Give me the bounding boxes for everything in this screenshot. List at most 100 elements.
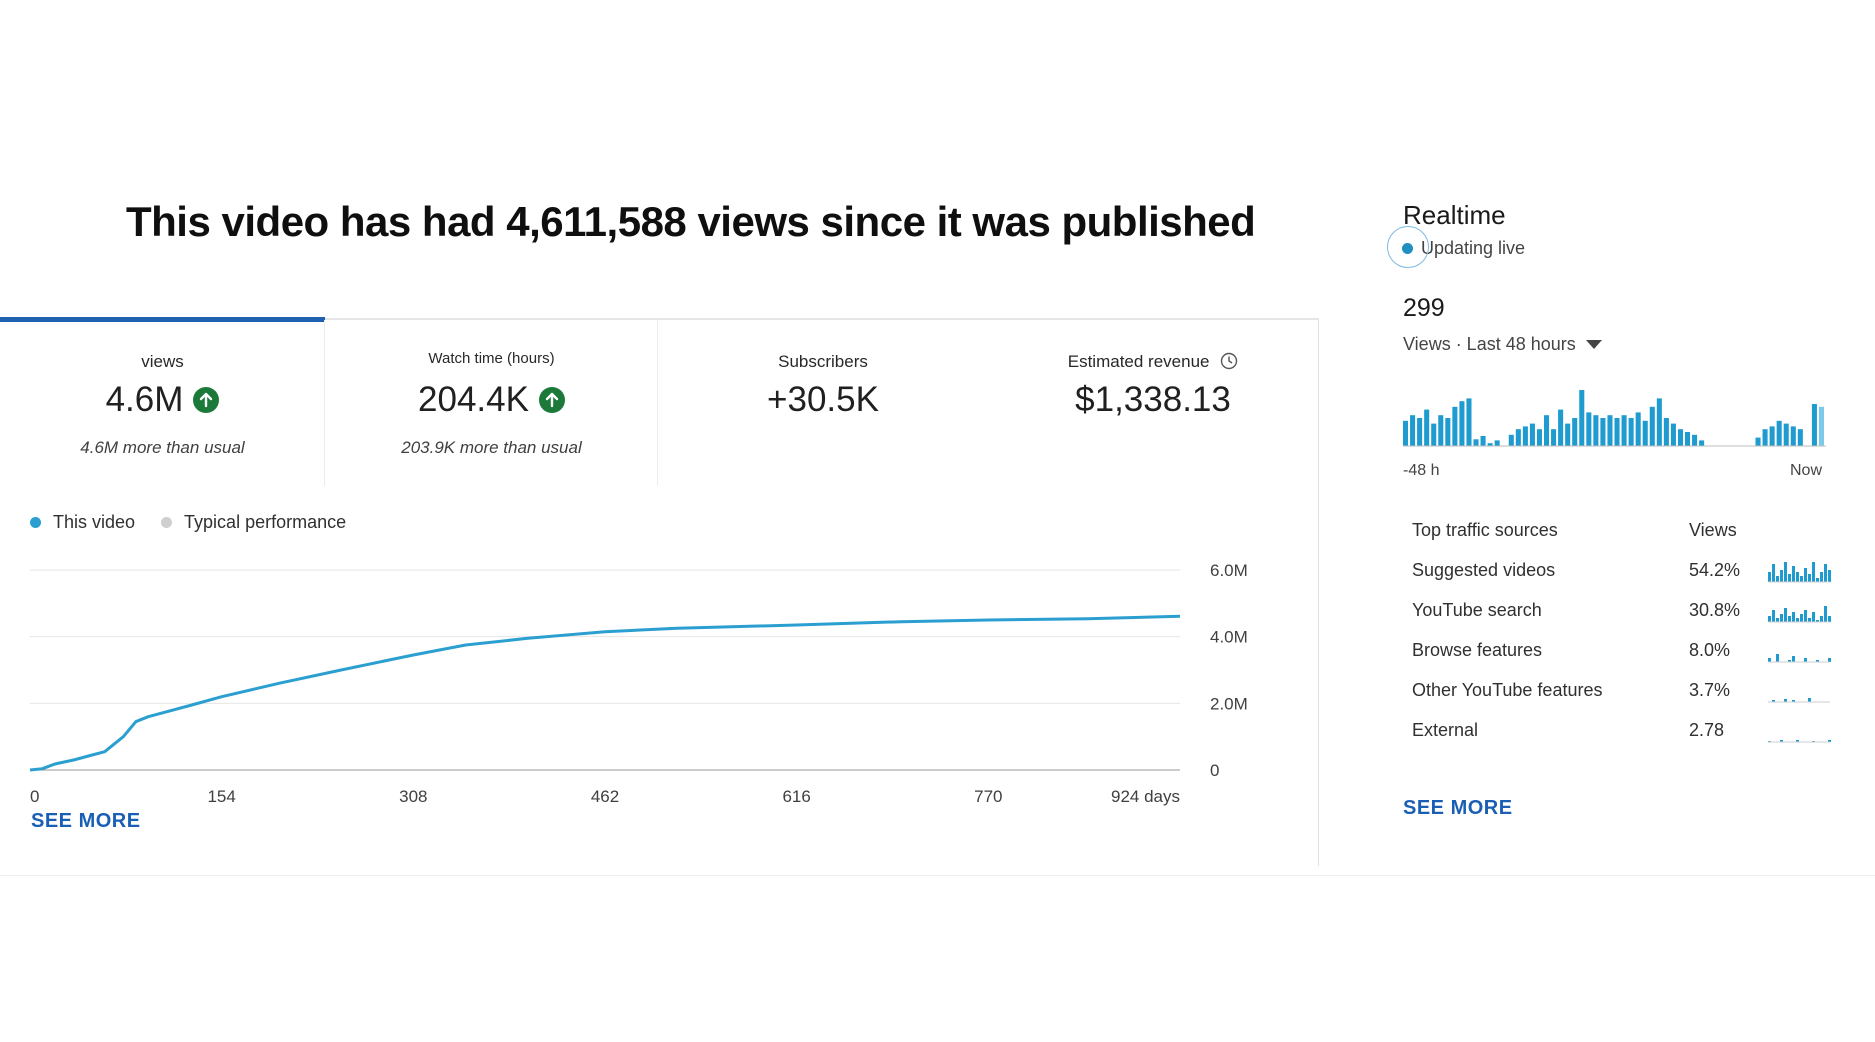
tab-watch-time-label: Watch time (hours): [428, 350, 555, 367]
traffic-source-name: Other YouTube features: [1412, 680, 1603, 700]
legend-dot-icon: [161, 517, 173, 528]
live-ring-icon: [1387, 226, 1429, 268]
sparkline-bar: [1768, 658, 1771, 662]
sparkline-bar: [1788, 574, 1791, 582]
y-tick-label: 6.0M: [1210, 561, 1248, 580]
sparkline-bar: [1780, 570, 1783, 582]
legend-typical[interactable]: Typical performance: [161, 512, 346, 533]
realtime-bar: [1818, 406, 1824, 446]
realtime-range-label: Views · Last 48 hours: [1403, 334, 1576, 354]
realtime-bar: [1656, 398, 1662, 446]
traffic-source-name: YouTube search: [1412, 600, 1542, 620]
traffic-row[interactable]: YouTube search 30.8%: [1412, 600, 1832, 640]
sparkline-bar: [1796, 618, 1799, 622]
realtime-see-more-link[interactable]: SEE MORE: [1403, 797, 1513, 820]
x-tick-label: 462: [591, 787, 619, 806]
realtime-bar: [1663, 418, 1669, 446]
sparkline-bar: [1808, 618, 1811, 622]
realtime-bar: [1670, 423, 1676, 446]
tab-revenue-label: Estimated revenue: [1067, 352, 1210, 371]
realtime-bar: [1621, 415, 1627, 446]
realtime-range-dropdown[interactable]: Views · Last 48 hours: [1403, 334, 1602, 355]
realtime-axis-start: -48 h: [1403, 462, 1440, 479]
traffic-sparkline: [1768, 698, 1830, 703]
traffic-source-pct: 3.7%: [1689, 680, 1731, 700]
tab-subscribers-label: Subscribers: [778, 352, 868, 371]
traffic-header-views: Views: [1689, 520, 1737, 540]
y-tick-label: 2.0M: [1210, 694, 1248, 713]
sparkline-bar: [1768, 572, 1771, 582]
realtime-bar: [1579, 390, 1585, 446]
realtime-bar: [1628, 418, 1634, 446]
traffic-sparkline: [1768, 654, 1831, 663]
sparkline-bar: [1804, 658, 1807, 662]
sparkline-bar: [1772, 610, 1775, 622]
traffic-row[interactable]: Suggested videos 54.2%: [1412, 560, 1832, 600]
sparkline-bar: [1828, 658, 1831, 662]
tab-estimated-revenue[interactable]: Estimated revenue $1,338.13: [988, 320, 1318, 486]
realtime-count: 299: [1403, 294, 1445, 322]
sparkline-bar: [1784, 562, 1787, 582]
traffic-source-pct: 8.0%: [1689, 640, 1731, 660]
realtime-bar: [1565, 423, 1571, 446]
legend-dot-icon: [30, 517, 41, 528]
traffic-source-pct: 2.78: [1689, 720, 1725, 740]
sparkline-bar: [1816, 578, 1819, 582]
traffic-row[interactable]: Other YouTube features 3.7%: [1412, 680, 1832, 720]
tab-subscribers-value: +30.5K: [767, 380, 879, 419]
tab-views[interactable]: views 4.6M 4.6M more than usual: [0, 317, 325, 486]
realtime-bar: [1529, 423, 1535, 446]
see-more-link[interactable]: SEE MORE: [31, 810, 141, 833]
sparkline-bar: [1800, 614, 1803, 622]
legend-this-video[interactable]: This video: [30, 512, 135, 533]
realtime-bar: [1522, 426, 1528, 446]
tab-subscribers[interactable]: Subscribers +30.5K: [658, 320, 988, 486]
tab-views-value-row: 4.6M: [0, 380, 325, 420]
realtime-bar: [1410, 415, 1416, 446]
realtime-bar: [1438, 415, 1444, 446]
realtime-bar: [1515, 429, 1521, 446]
traffic-source-pct: 54.2%: [1689, 560, 1741, 580]
x-tick-label: 154: [207, 787, 235, 806]
tab-views-label: views: [141, 352, 184, 371]
views-line-chart: 6.0M 4.0M 2.0M 0 0 154 308 462 616 770 924 days: [29, 561, 1248, 806]
arrow-up-icon: [538, 387, 565, 413]
realtime-bar: [1776, 420, 1782, 446]
realtime-status: Updating live: [1387, 226, 1526, 268]
page-title: This video has had 4,611,588 views since…: [126, 198, 1256, 245]
realtime-bar: [1452, 406, 1458, 446]
realtime-bar: [1494, 440, 1500, 446]
sparkline-bar: [1820, 616, 1823, 622]
x-tick-label: 0: [30, 787, 39, 806]
realtime-bar: [1572, 418, 1578, 446]
realtime-bar-chart: [1403, 390, 1826, 447]
realtime-bar: [1755, 437, 1761, 446]
arrow-up-icon: [193, 387, 220, 413]
traffic-row[interactable]: External 2.78: [1412, 720, 1832, 760]
realtime-axis-end: Now: [1790, 462, 1823, 479]
sparkline-bar: [1804, 568, 1807, 582]
x-tick-label: 924 days: [1111, 787, 1180, 806]
realtime-bar: [1424, 409, 1430, 446]
sparkline-bar: [1828, 570, 1831, 582]
realtime-title: Realtime: [1403, 200, 1506, 230]
realtime-bar: [1431, 423, 1437, 446]
sparkline-bar: [1808, 574, 1811, 582]
traffic-sparkline: [1768, 562, 1831, 583]
sparkline-bar: [1792, 566, 1795, 582]
sparkline-bar: [1792, 656, 1795, 662]
realtime-bar: [1558, 409, 1564, 446]
realtime-bar: [1544, 415, 1550, 446]
realtime-status-text: Updating live: [1421, 238, 1526, 258]
tab-watch-time[interactable]: Watch time (hours) 204.4K 203.9K more th…: [325, 320, 658, 486]
traffic-row[interactable]: Browse features 8.0%: [1412, 640, 1832, 680]
realtime-bar: [1473, 439, 1479, 446]
traffic-sparkline: [1768, 606, 1831, 623]
chart-legend: This video Typical performance: [30, 512, 346, 533]
sparkline-bar: [1824, 606, 1827, 622]
realtime-bar: [1649, 406, 1655, 446]
sparkline-bar: [1812, 612, 1815, 622]
tab-watch-time-note: 203.9K more than usual: [401, 438, 582, 457]
traffic-rows: Suggested videos 54.2% YouTube search 30.8%…: [1412, 560, 1832, 760]
traffic-source-name: External: [1412, 720, 1479, 740]
